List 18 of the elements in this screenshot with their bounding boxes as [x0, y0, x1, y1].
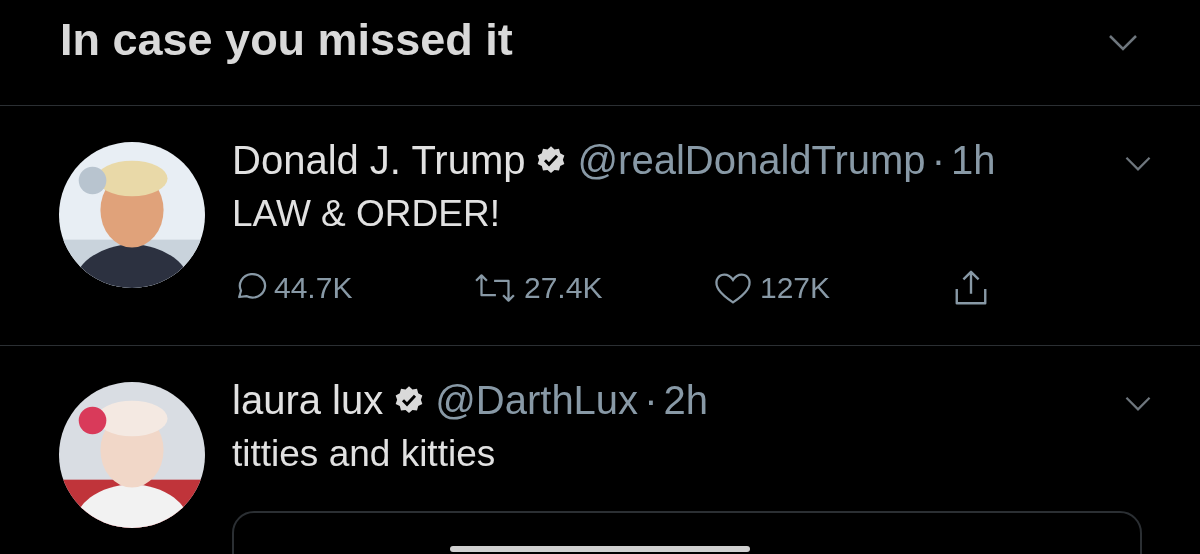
- separator: ·: [644, 378, 658, 423]
- tweet-text: LAW & ORDER!: [232, 193, 501, 235]
- timestamp: 2h: [663, 378, 708, 423]
- section-title: In case you missed it: [60, 14, 513, 66]
- reply-count: 44.7K: [274, 271, 353, 305]
- user-name[interactable]: laura lux: [232, 378, 384, 423]
- chevron-down-icon[interactable]: [1108, 34, 1138, 52]
- separator: ·: [931, 138, 945, 183]
- chevron-down-icon[interactable]: [1124, 395, 1152, 412]
- user-name[interactable]: Donald J. Trump: [232, 138, 526, 183]
- like-count: 127K: [760, 271, 831, 305]
- user-handle[interactable]: @DarthLux: [435, 378, 639, 423]
- user-handle[interactable]: @realDonaldTrump: [577, 138, 926, 183]
- chevron-down-icon[interactable]: [1124, 155, 1152, 172]
- heart-icon[interactable]: [712, 270, 754, 306]
- tweet-text: titties and kitties: [232, 433, 497, 475]
- retweet-count: 27.4K: [524, 271, 603, 305]
- timestamp: 1h: [950, 138, 996, 183]
